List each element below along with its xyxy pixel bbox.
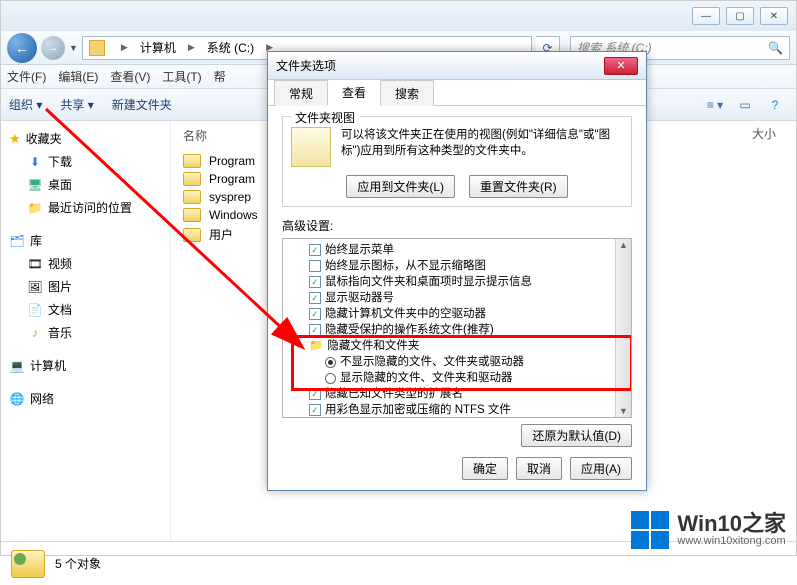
checkbox[interactable]: ✓ — [309, 388, 321, 400]
forward-button[interactable]: → — [41, 36, 65, 60]
sidebar-pictures[interactable]: 🖼图片 — [5, 275, 166, 298]
sidebar-downloads[interactable]: ⬇下载 — [5, 150, 166, 173]
cancel-button[interactable]: 取消 — [516, 457, 562, 480]
dialog-title-text: 文件夹选项 — [276, 57, 336, 74]
checkbox[interactable]: ✓ — [309, 324, 321, 336]
checkbox[interactable]: ✓ — [309, 276, 321, 288]
radio-hide-hidden[interactable] — [325, 357, 336, 368]
drive-icon — [89, 40, 105, 56]
menu-tools[interactable]: 工具(T) — [162, 68, 201, 85]
folder-icon — [183, 190, 201, 204]
window-titlebar: — ▢ ✕ — [1, 1, 796, 31]
checkbox[interactable]: ✓ — [309, 244, 321, 256]
col-name[interactable]: 名称 — [183, 127, 207, 144]
music-icon: ♪ — [27, 326, 43, 340]
sidebar-recent[interactable]: 📁最近访问的位置 — [5, 196, 166, 219]
chevron-right-icon[interactable]: ▶ — [182, 37, 201, 59]
folder-icon — [183, 172, 201, 186]
share-button[interactable]: 共享 ▾ — [60, 96, 93, 113]
dialog-titlebar[interactable]: 文件夹选项 ✕ — [268, 52, 646, 80]
group-description: 可以将该文件夹正在使用的视图(例如"详细信息"或"图标")应用到所有这种类型的文… — [341, 127, 623, 167]
document-icon: 📄 — [27, 303, 43, 317]
star-icon: ★ — [9, 131, 21, 147]
checkbox[interactable] — [309, 260, 321, 272]
apply-to-folders-button[interactable]: 应用到文件夹(L) — [346, 175, 455, 198]
folder-icon — [183, 208, 201, 222]
windows-logo-icon — [631, 511, 669, 549]
apply-button[interactable]: 应用(A) — [570, 457, 632, 480]
checkbox[interactable]: ✓ — [309, 292, 321, 304]
folder-icon: 📁 — [309, 338, 323, 354]
sidebar-music[interactable]: ♪音乐 — [5, 321, 166, 344]
checkbox[interactable]: ✓ — [309, 404, 321, 416]
dialog-footer: 确定 取消 应用(A) — [462, 457, 632, 480]
dialog-close-button[interactable]: ✕ — [604, 57, 638, 75]
download-icon: ⬇ — [27, 155, 43, 169]
close-button[interactable]: ✕ — [760, 7, 788, 25]
watermark: Win10之家 www.win10xitong.com — [631, 511, 786, 549]
menu-help[interactable]: 帮 — [214, 68, 226, 85]
watermark-url: www.win10xitong.com — [677, 535, 786, 547]
history-dropdown-icon[interactable]: ▼ — [69, 43, 78, 53]
sidebar-videos[interactable]: 🎞视频 — [5, 252, 166, 275]
status-count: 5 个对象 — [55, 555, 101, 572]
sidebar-favorites[interactable]: ★收藏夹 — [5, 127, 166, 150]
advanced-settings-tree[interactable]: ✓始终显示菜单 始终显示图标，从不显示缩略图 ✓鼠标指向文件夹和桌面项时显示提示… — [282, 238, 632, 418]
sidebar-network[interactable]: 🌐网络 — [5, 387, 166, 410]
back-button[interactable]: ← — [7, 33, 37, 63]
folder-view-group: 文件夹视图 可以将该文件夹正在使用的视图(例如"详细信息"或"图标")应用到所有… — [282, 116, 632, 207]
computer-icon: 💻 — [9, 359, 25, 373]
help-icon[interactable]: ? — [762, 94, 788, 116]
sidebar-documents[interactable]: 📄文档 — [5, 298, 166, 321]
view-mode-icon[interactable]: ≡ ▾ — [702, 94, 728, 116]
dialog-tabs: 常规 查看 搜索 — [268, 80, 646, 106]
search-icon[interactable]: 🔍 — [768, 41, 783, 55]
maximize-button[interactable]: ▢ — [726, 7, 754, 25]
menu-view[interactable]: 查看(V) — [110, 68, 150, 85]
sidebar-computer[interactable]: 💻计算机 — [5, 354, 166, 377]
scrollbar[interactable] — [615, 239, 631, 417]
network-icon: 🌐 — [9, 392, 25, 406]
status-folder-icon — [11, 550, 45, 578]
minimize-button[interactable]: — — [692, 7, 720, 25]
tab-view[interactable]: 查看 — [327, 79, 381, 106]
advanced-settings-label: 高级设置: — [282, 217, 632, 234]
path-segment-computer[interactable]: 计算机 — [134, 37, 182, 59]
sidebar-libraries[interactable]: 🗂库 — [5, 229, 166, 252]
dialog-body: 文件夹视图 可以将该文件夹正在使用的视图(例如"详细信息"或"图标")应用到所有… — [268, 106, 646, 457]
folder-options-dialog: 文件夹选项 ✕ 常规 查看 搜索 文件夹视图 可以将该文件夹正在使用的视图(例如… — [267, 51, 647, 491]
col-size[interactable]: 大小 — [752, 125, 776, 142]
tab-search[interactable]: 搜索 — [380, 80, 434, 106]
desktop-icon: 🖥 — [27, 178, 43, 192]
tab-general[interactable]: 常规 — [274, 80, 328, 106]
menu-file[interactable]: 文件(F) — [7, 68, 46, 85]
checkbox[interactable]: ✓ — [309, 308, 321, 320]
restore-defaults-button[interactable]: 还原为默认值(D) — [521, 424, 632, 447]
library-icon: 🗂 — [9, 234, 25, 248]
nav-sidebar: ★收藏夹 ⬇下载 🖥桌面 📁最近访问的位置 🗂库 🎞视频 🖼图片 📄文档 ♪音乐… — [1, 121, 171, 541]
watermark-title: Win10之家 — [677, 513, 786, 535]
chevron-right-icon[interactable]: ▶ — [115, 37, 134, 59]
folder-icon — [183, 228, 201, 242]
video-icon: 🎞 — [27, 257, 43, 271]
path-segment-drive[interactable]: 系统 (C:) — [201, 37, 260, 59]
sidebar-desktop[interactable]: 🖥桌面 — [5, 173, 166, 196]
ok-button[interactable]: 确定 — [462, 457, 508, 480]
new-folder-button[interactable]: 新建文件夹 — [112, 96, 172, 113]
group-title: 文件夹视图 — [291, 109, 359, 126]
folder-view-icon — [291, 127, 331, 167]
radio-show-hidden[interactable] — [325, 373, 336, 384]
picture-icon: 🖼 — [27, 280, 43, 294]
folder-icon — [183, 154, 201, 168]
menu-edit[interactable]: 编辑(E) — [58, 68, 98, 85]
recent-icon: 📁 — [27, 201, 43, 215]
preview-pane-icon[interactable]: ▭ — [732, 94, 758, 116]
reset-folders-button[interactable]: 重置文件夹(R) — [469, 175, 568, 198]
organize-button[interactable]: 组织 ▾ — [9, 96, 42, 113]
